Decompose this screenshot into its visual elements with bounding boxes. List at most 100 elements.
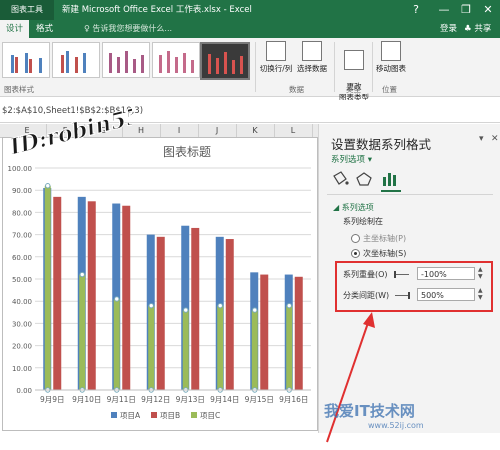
pane-close-button[interactable]: ✕ xyxy=(491,134,499,144)
y-tick-label[interactable]: 50.00 xyxy=(12,276,32,284)
y-tick-label[interactable]: 10.00 xyxy=(12,365,32,373)
effects-icon[interactable] xyxy=(356,172,372,186)
legend-label-项目B[interactable]: 项目B xyxy=(160,411,180,420)
column-header-L[interactable]: L xyxy=(274,124,313,137)
move-chart-button[interactable]: 移动图表 xyxy=(373,41,409,74)
series-overlap-slider-thumb[interactable] xyxy=(394,271,396,278)
chart-area[interactable]: 图表标题 0.00 10.00 20.00 30.00 40.00 50.00 60.00 7… xyxy=(2,137,318,431)
legend-swatch-项目C[interactable] xyxy=(191,412,197,418)
secondary-axis-radio[interactable] xyxy=(351,249,360,258)
series-overlap-input[interactable]: -100% xyxy=(417,267,475,280)
gap-width-slider-thumb[interactable] xyxy=(408,292,410,299)
chart-style-thumbnail[interactable] xyxy=(102,42,150,78)
column-header-I[interactable]: I xyxy=(160,124,199,137)
legend-label-项目C[interactable]: 项目C xyxy=(200,411,220,420)
y-tick-label[interactable]: 70.00 xyxy=(12,232,32,240)
y-tick-label[interactable]: 100.00 xyxy=(8,165,33,173)
tab-design[interactable]: 设计 xyxy=(0,20,30,38)
bar-项目C-9月11日[interactable] xyxy=(113,298,120,390)
pane-title: 设置数据系列格式 xyxy=(331,137,432,152)
bar-项目C-9月10日[interactable] xyxy=(79,274,86,390)
selection-handle[interactable] xyxy=(183,307,189,313)
x-tick-label[interactable]: 9月16日 xyxy=(279,395,308,404)
y-tick-label[interactable]: 40.00 xyxy=(12,298,32,306)
share-button[interactable]: ♣ 共享 xyxy=(458,20,497,38)
window-title: 新建 Microsoft Office Excel 工作表.xlsx - Exc… xyxy=(62,5,252,15)
select-data-button[interactable]: 选择数据 xyxy=(294,41,330,74)
chart-title[interactable]: 图表标题 xyxy=(163,145,211,159)
bar-项目C-9月9日[interactable] xyxy=(44,185,51,390)
secondary-axis-label[interactable]: 次坐标轴(S) xyxy=(363,248,406,259)
selection-handle[interactable] xyxy=(148,302,154,309)
bar-项目C-9月14日[interactable] xyxy=(217,305,224,390)
chart-style-thumbnail[interactable] xyxy=(152,42,200,78)
y-tick-label[interactable]: 20.00 xyxy=(12,343,32,351)
y-tick-label[interactable]: 90.00 xyxy=(12,187,32,195)
chart-styles-group-label: 图表样式 xyxy=(4,85,34,94)
bar-项目B-9月16日[interactable] xyxy=(294,276,303,390)
bar-项目B-9月9日[interactable] xyxy=(53,196,62,390)
bar-项目B-9月11日[interactable] xyxy=(122,205,131,390)
series-overlap-spinner-down[interactable]: ▼ xyxy=(478,273,483,280)
minimize-button[interactable]: — xyxy=(436,0,452,20)
gap-width-slider[interactable] xyxy=(395,295,409,296)
gap-width-spinner-up[interactable]: ▲ xyxy=(478,287,483,294)
y-tick-label[interactable]: 30.00 xyxy=(12,320,32,328)
legend-swatch-项目B[interactable] xyxy=(151,412,157,418)
bar-项目C-9月15日[interactable] xyxy=(251,310,258,390)
bar-项目B-9月10日[interactable] xyxy=(87,201,96,390)
chart-style-thumbnail[interactable] xyxy=(52,42,100,78)
pane-divider xyxy=(327,194,493,195)
x-tick-label[interactable]: 9月14日 xyxy=(210,395,239,404)
x-tick-label[interactable]: 9月9日 xyxy=(40,395,65,404)
tab-format[interactable]: 格式 xyxy=(30,20,59,38)
y-tick-label[interactable]: 80.00 xyxy=(12,209,32,217)
fill-line-icon[interactable] xyxy=(333,171,349,185)
primary-axis-label[interactable]: 主坐标轴(P) xyxy=(363,233,406,244)
pane-pin-icon[interactable]: ▾ xyxy=(479,134,484,144)
gap-width-input[interactable]: 500% xyxy=(417,288,475,301)
clustered-column-chart[interactable]: 图表标题 0.00 10.00 20.00 30.00 40.00 50.00 60.00 7… xyxy=(3,138,317,430)
gap-width-spinner-down[interactable]: ▼ xyxy=(478,294,483,301)
tell-me-search[interactable]: ♀ 告诉我您想要做什么... xyxy=(84,20,172,38)
selection-handle[interactable] xyxy=(286,302,292,309)
x-tick-label[interactable]: 9月13日 xyxy=(176,395,205,404)
switch-row-column-button[interactable]: 切换行/列 xyxy=(258,41,294,74)
y-tick-label[interactable]: 0.00 xyxy=(16,387,32,395)
restore-button[interactable]: ❐ xyxy=(458,0,474,20)
bar-项目B-9月13日[interactable] xyxy=(191,227,200,390)
selection-handle[interactable] xyxy=(114,296,120,302)
x-tick-label[interactable]: 9月10日 xyxy=(72,395,101,404)
pane-icon-tabs xyxy=(333,171,396,186)
close-window-button[interactable]: ✕ xyxy=(480,0,496,20)
legend-label-项目A[interactable]: 项目A xyxy=(120,411,141,420)
series-options-dropdown[interactable]: 系列选项 ▾ xyxy=(331,153,372,165)
x-tick-label[interactable]: 9月15日 xyxy=(245,395,274,404)
column-header-J[interactable]: J xyxy=(198,124,237,137)
selection-handle[interactable] xyxy=(217,302,223,309)
bar-项目C-9月12日[interactable] xyxy=(148,305,155,390)
series-options-section-header[interactable]: ◢ 系列选项 xyxy=(333,202,374,213)
x-tick-label[interactable]: 9月12日 xyxy=(141,395,170,404)
y-tick-label[interactable]: 60.00 xyxy=(12,254,32,262)
series-overlap-label: 系列重叠(O) xyxy=(343,270,388,279)
chart-style-thumbnail-selected[interactable] xyxy=(200,42,250,80)
selection-handle[interactable] xyxy=(252,307,258,313)
series-options-icon[interactable] xyxy=(383,173,396,186)
bar-项目C-9月16日[interactable] xyxy=(286,305,293,390)
selection-handle[interactable] xyxy=(79,271,85,278)
chart-style-thumbnail[interactable] xyxy=(2,42,50,78)
primary-axis-radio[interactable] xyxy=(351,234,360,243)
series-overlap-spinner-up[interactable]: ▲ xyxy=(478,266,483,273)
series-overlap-slider[interactable] xyxy=(395,274,409,275)
bar-项目C-9月13日[interactable] xyxy=(182,310,189,390)
x-tick-label[interactable]: 9月11日 xyxy=(107,395,136,404)
bar-项目B-9月15日[interactable] xyxy=(260,274,269,390)
legend-swatch-项目A[interactable] xyxy=(111,412,117,418)
group-divider xyxy=(334,42,335,92)
selection-handle[interactable] xyxy=(45,183,51,189)
help-icon[interactable]: ? xyxy=(408,0,424,20)
bar-项目B-9月12日[interactable] xyxy=(156,236,165,390)
column-header-K[interactable]: K xyxy=(236,124,275,137)
bar-项目B-9月14日[interactable] xyxy=(225,239,234,390)
